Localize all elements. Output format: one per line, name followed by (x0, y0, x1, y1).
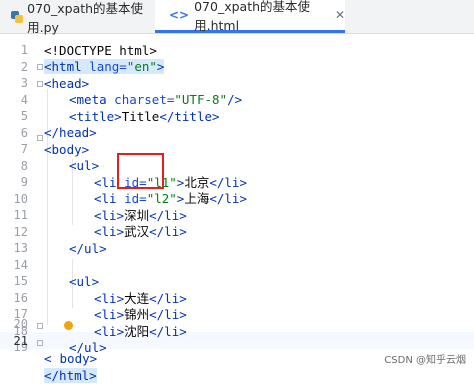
code-line-15: <ul> (69, 274, 100, 289)
tab-html-file[interactable]: <> 070_xpath的基本使用.html ✕ (155, 0, 345, 33)
fold-toggle-icon[interactable] (37, 81, 43, 87)
code-line-7: <body> (44, 142, 90, 157)
code-line-10: <li id="l2">上海</li> (94, 191, 247, 206)
tab-python-file[interactable]: 070_xpath的基本使用.py (0, 0, 155, 35)
line-number: 12 (13, 225, 28, 239)
line-number: 1 (20, 43, 28, 57)
html-file-icon: <> (169, 8, 190, 22)
line-number: 4 (20, 93, 28, 107)
code-line-12: <li>武汉</li> (94, 224, 187, 239)
line-number: 9 (20, 175, 28, 189)
lightbulb-icon[interactable] (64, 321, 73, 330)
close-tab-icon[interactable]: ✕ (335, 8, 345, 22)
code-line-1: <!DOCTYPE html> (44, 43, 157, 58)
python-file-icon (10, 10, 23, 24)
code-line-20: < body> (44, 351, 98, 366)
code-line-2: <html lang="en"> (44, 59, 165, 74)
line-number: 10 (13, 192, 28, 206)
line-number: 14 (13, 258, 28, 272)
line-number: 8 (20, 159, 28, 173)
line-number: 11 (13, 208, 28, 222)
code-line-4: <meta charset="UTF-8"/> (69, 92, 243, 107)
line-number: 5 (20, 109, 28, 123)
line-number-current: 21 (13, 334, 28, 348)
line-number: 2 (20, 60, 28, 74)
tab-label: 070_xpath的基本使用.html (194, 0, 311, 33)
line-number: 16 (13, 291, 28, 305)
code-line-16: <li>大连</li> (94, 291, 187, 306)
fold-toggle-icon[interactable] (37, 340, 43, 346)
line-number: 15 (13, 274, 28, 288)
annotation-highlight-box (117, 153, 164, 189)
fold-toggle-icon[interactable] (37, 64, 43, 70)
code-line-11: <li>深圳</li> (94, 208, 187, 223)
line-number: 7 (20, 142, 28, 156)
fold-toggle-icon[interactable] (37, 323, 43, 329)
code-line-5: <title>Title</title> (69, 109, 220, 124)
code-line-17: <li>锦州</li> (94, 307, 187, 322)
code-line-18: <li>沈阳</li> (94, 324, 187, 339)
editor-tab-bar: 070_xpath的基本使用.py <> 070_xpath的基本使用.html… (0, 0, 474, 35)
code-line-13: </ul> (69, 241, 107, 256)
fold-toggle-icon[interactable] (37, 135, 43, 141)
line-number: 3 (20, 76, 28, 90)
code-line-6: </head> (44, 125, 97, 140)
line-number: 13 (13, 241, 28, 255)
tab-label: 070_xpath的基本使用.py (27, 0, 144, 35)
watermark: CSDN @知乎云烟 (384, 355, 466, 366)
line-number: 6 (20, 126, 28, 140)
code-line-3: <head> (44, 76, 90, 91)
line-number: 20 (13, 317, 28, 331)
code-line-8: <ul> (69, 158, 100, 173)
